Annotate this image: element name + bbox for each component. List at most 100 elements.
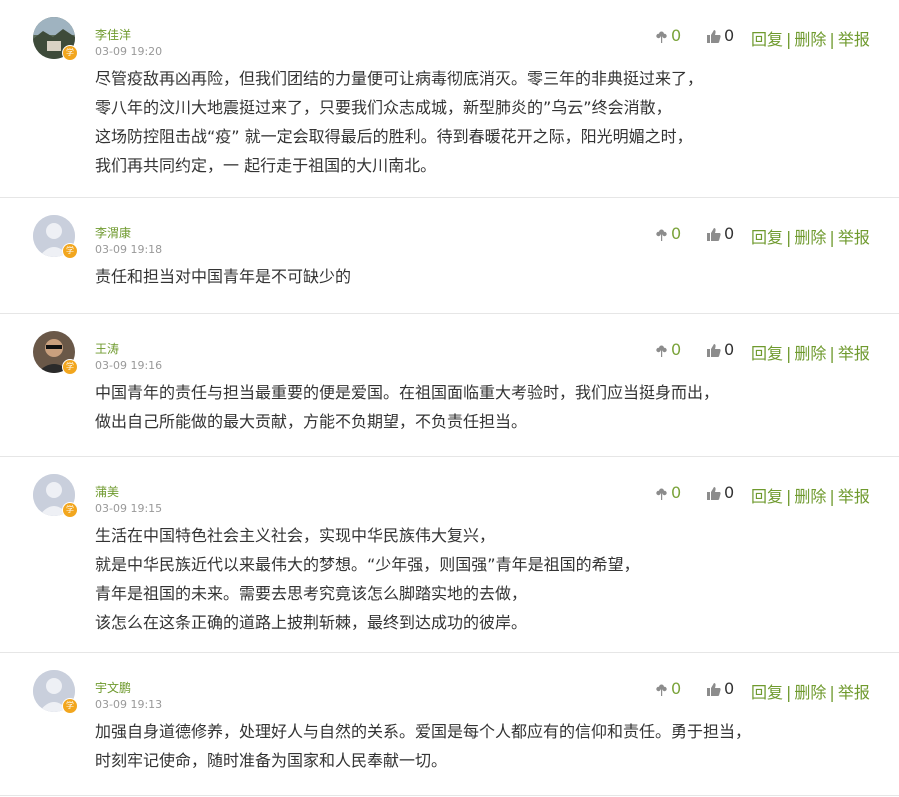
comment-actions: 回复 | 删除 | 举报 bbox=[751, 483, 870, 507]
reply-link[interactable]: 回复 bbox=[751, 30, 783, 49]
report-link[interactable]: 举报 bbox=[838, 683, 870, 702]
comment-time: 03-09 19:20 bbox=[95, 45, 163, 58]
flower-button[interactable]: 0 bbox=[655, 224, 681, 243]
comment-author[interactable]: 王涛 bbox=[95, 340, 119, 357]
flower-icon bbox=[655, 340, 671, 359]
student-badge-icon: 学 bbox=[62, 45, 78, 61]
like-count: 0 bbox=[724, 224, 735, 243]
separator: | bbox=[786, 487, 792, 506]
comment-item: 学李佳洋 03-09 19:20 0 0 回复 | 删除 | 举报 尽管疫敌再凶再险，但我们团结的… bbox=[0, 0, 899, 198]
comment-body: 生活在中国特色社会主义社会，实现中华民族伟大复兴， 就是中华民族近代以来最伟大的梦… bbox=[95, 521, 640, 637]
flower-count: 0 bbox=[671, 340, 682, 359]
student-badge-icon: 学 bbox=[62, 359, 78, 375]
thumbs-up-icon bbox=[707, 340, 724, 359]
comment-line: 我们再共同约定，一 起行走于祖国的大川南北。 bbox=[95, 156, 437, 175]
comment-actions: 回复 | 删除 | 举报 bbox=[751, 26, 870, 50]
student-badge-icon: 学 bbox=[62, 698, 78, 714]
flower-icon bbox=[655, 679, 671, 698]
like-button[interactable]: 0 bbox=[707, 483, 734, 502]
flower-icon bbox=[655, 224, 671, 243]
student-badge-icon: 学 bbox=[62, 243, 78, 259]
comment-body: 尽管疫敌再凶再险，但我们团结的力量便可让病毒彻底消灭。零三年的非典挺过来了， 零八… bbox=[95, 64, 703, 180]
reply-link[interactable]: 回复 bbox=[751, 344, 783, 363]
report-link[interactable]: 举报 bbox=[838, 30, 870, 49]
comment-item: 学王涛 03-09 19:16 0 0 回复 | 删除 | 举报 中国青年的责任与担当最重要的便是… bbox=[0, 314, 899, 457]
comment-actions: 回复 | 删除 | 举报 bbox=[751, 340, 870, 364]
comment-line: 生活在中国特色社会主义社会，实现中华民族伟大复兴， bbox=[95, 526, 496, 545]
flower-count: 0 bbox=[671, 26, 682, 45]
avatar[interactable]: 学 bbox=[33, 474, 78, 518]
flower-count: 0 bbox=[671, 679, 682, 698]
like-button[interactable]: 0 bbox=[707, 679, 734, 698]
flower-button[interactable]: 0 bbox=[655, 679, 681, 698]
comment-line: 时刻牢记使命，随时准备为国家和人民奉献一切。 bbox=[95, 751, 448, 770]
comment-line: 该怎么在这条正确的道路上披荆斩棘，最终到达成功的彼岸。 bbox=[95, 613, 528, 632]
separator: | bbox=[829, 344, 835, 363]
report-link[interactable]: 举报 bbox=[838, 228, 870, 247]
comment-actions: 回复 | 删除 | 举报 bbox=[751, 679, 870, 703]
flower-button[interactable]: 0 bbox=[655, 483, 681, 502]
flower-button[interactable]: 0 bbox=[655, 340, 681, 359]
separator: | bbox=[829, 487, 835, 506]
thumbs-up-icon bbox=[707, 679, 724, 698]
comment-line: 就是中华民族近代以来最伟大的梦想。“少年强，则国强”青年是祖国的希望， bbox=[95, 555, 640, 574]
like-count: 0 bbox=[724, 340, 735, 359]
comment-line: 中国青年的责任与担当最重要的便是爱国。在祖国面临重大考验时，我们应当挺身而出， bbox=[95, 383, 720, 402]
comment-line: 做出自己所能做的最大贡献，方能不负期望，不负责任担当。 bbox=[95, 412, 528, 431]
reply-link[interactable]: 回复 bbox=[751, 487, 783, 506]
delete-link[interactable]: 删除 bbox=[794, 683, 826, 702]
comment-author[interactable]: 李渭康 bbox=[95, 224, 131, 241]
avatar[interactable]: 学 bbox=[33, 17, 78, 61]
thumbs-up-icon bbox=[707, 26, 724, 45]
comment-time: 03-09 19:18 bbox=[95, 243, 163, 256]
flower-icon bbox=[655, 483, 671, 502]
delete-link[interactable]: 删除 bbox=[794, 344, 826, 363]
comment-line: 青年是祖国的未来。需要去思考究竟该怎么脚踏实地的去做， bbox=[95, 584, 528, 603]
comment-line: 责任和担当对中国青年是不可缺少的 bbox=[95, 267, 352, 286]
comment-line: 加强自身道德修养，处理好人与自然的关系。爱国是每个人都应有的信仰和责任。勇于担当… bbox=[95, 722, 752, 741]
comment-author[interactable]: 宇文鹏 bbox=[95, 679, 131, 696]
avatar[interactable]: 学 bbox=[33, 331, 78, 375]
comment-author[interactable]: 李佳洋 bbox=[95, 26, 131, 43]
avatar[interactable]: 学 bbox=[33, 670, 78, 714]
student-badge-icon: 学 bbox=[62, 502, 78, 518]
comment-list: 学李佳洋 03-09 19:20 0 0 回复 | 删除 | 举报 尽管疫敌再凶再险，但我们团结的… bbox=[0, 0, 899, 796]
thumbs-up-icon bbox=[707, 224, 724, 243]
like-count: 0 bbox=[724, 483, 735, 502]
separator: | bbox=[786, 228, 792, 247]
report-link[interactable]: 举报 bbox=[838, 487, 870, 506]
flower-count: 0 bbox=[671, 224, 682, 243]
like-count: 0 bbox=[724, 679, 735, 698]
like-button[interactable]: 0 bbox=[707, 340, 734, 359]
separator: | bbox=[829, 30, 835, 49]
reply-link[interactable]: 回复 bbox=[751, 683, 783, 702]
reply-link[interactable]: 回复 bbox=[751, 228, 783, 247]
avatar[interactable]: 学 bbox=[33, 215, 78, 259]
delete-link[interactable]: 删除 bbox=[794, 487, 826, 506]
flower-icon bbox=[655, 26, 671, 45]
like-count: 0 bbox=[724, 26, 735, 45]
flower-button[interactable]: 0 bbox=[655, 26, 681, 45]
separator: | bbox=[829, 683, 835, 702]
comment-body: 责任和担当对中国青年是不可缺少的 bbox=[95, 262, 351, 291]
thumbs-up-icon bbox=[707, 483, 724, 502]
separator: | bbox=[786, 683, 792, 702]
like-button[interactable]: 0 bbox=[707, 224, 734, 243]
comment-item: 学蒲美 03-09 19:15 0 0 回复 | 删除 | 举报 生活在中国特色社会主义社会，实现… bbox=[0, 457, 899, 653]
delete-link[interactable]: 删除 bbox=[794, 30, 826, 49]
comment-time: 03-09 19:13 bbox=[95, 698, 163, 711]
comment-body: 加强自身道德修养，处理好人与自然的关系。爱国是每个人都应有的信仰和责任。勇于担当… bbox=[95, 717, 751, 775]
comment-item: 学李渭康 03-09 19:18 0 0 回复 | 删除 | 举报 责任和担当对中国青年是不可缺少… bbox=[0, 198, 899, 314]
comment-item: 学宇文鹏 03-09 19:13 0 0 回复 | 删除 | 举报 加强自身道德修养，处理好人与自… bbox=[0, 653, 899, 796]
like-button[interactable]: 0 bbox=[707, 26, 734, 45]
comment-line: 零八年的汶川大地震挺过来了，只要我们众志成城，新型肺炎的”乌云”终会消散， bbox=[95, 98, 672, 117]
comment-time: 03-09 19:15 bbox=[95, 502, 163, 515]
report-link[interactable]: 举报 bbox=[838, 344, 870, 363]
comment-body: 中国青年的责任与担当最重要的便是爱国。在祖国面临重大考验时，我们应当挺身而出， 做… bbox=[95, 378, 719, 436]
separator: | bbox=[829, 228, 835, 247]
comment-line: 尽管疫敌再凶再险，但我们团结的力量便可让病毒彻底消灭。零三年的非典挺过来了， bbox=[95, 69, 704, 88]
comment-author[interactable]: 蒲美 bbox=[95, 483, 119, 500]
delete-link[interactable]: 删除 bbox=[794, 228, 826, 247]
separator: | bbox=[786, 344, 792, 363]
separator: | bbox=[786, 30, 792, 49]
